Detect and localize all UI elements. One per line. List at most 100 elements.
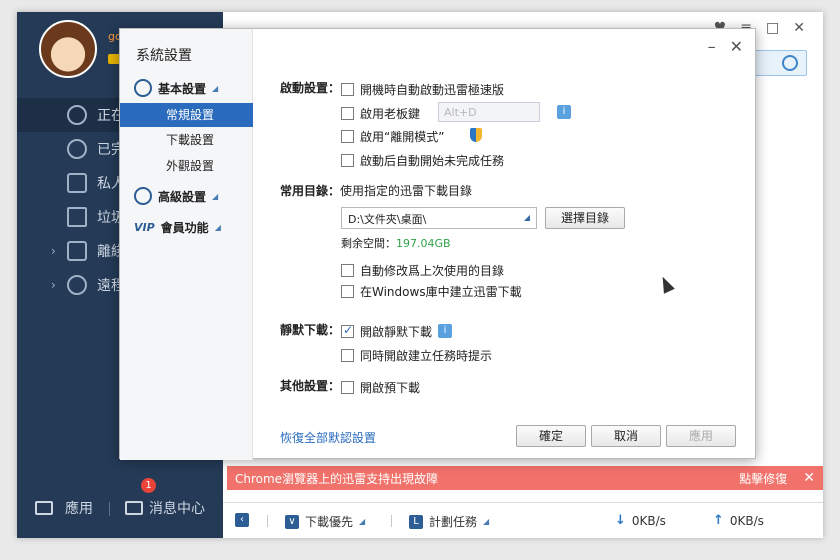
prompt-on-create-checkbox[interactable] <box>341 349 354 362</box>
dialog-title: 系統設置 <box>136 48 192 64</box>
reset-defaults-link[interactable]: 恢復全部默認設置 <box>280 429 376 446</box>
divider <box>109 502 110 516</box>
schedule-label: 計劃任務 <box>429 515 478 529</box>
dialog-controls: – ✕ <box>708 37 743 56</box>
option-label: 自動修改爲上次使用的目錄 <box>360 264 505 278</box>
error-notice-bar: Chrome瀏覽器上的迅雷支持出現故障 點擊修復 ✕ <box>227 466 823 490</box>
dropdown-arrow-icon: ◢ <box>523 213 530 222</box>
vip-icon: VIP <box>134 221 155 234</box>
cancel-button[interactable]: 取消 <box>591 425 661 447</box>
priority-label: 下載優先 <box>305 515 354 529</box>
download-speed: ↓ 0KB/s <box>615 513 666 528</box>
search-icon[interactable] <box>782 55 798 71</box>
resume-tasks-option[interactable]: 啟動后自動開始未完成任務 <box>341 152 504 169</box>
chevron-right-icon: › <box>51 244 56 258</box>
predownload-checkbox[interactable] <box>341 381 354 394</box>
nav-group-member[interactable]: VIP 會員功能 ◢ <box>134 219 221 236</box>
remember-dir-checkbox[interactable] <box>341 264 354 277</box>
priority-icon: ∨ <box>285 514 299 529</box>
boss-key-hotkey-field[interactable]: Alt+D <box>438 102 540 122</box>
download-path-select[interactable]: D:\文件夾\桌面\ ◢ <box>341 207 537 229</box>
globe-icon <box>67 275 87 295</box>
close-icon[interactable]: ✕ <box>793 20 805 36</box>
schedule-icon: L <box>409 514 423 529</box>
option-label: 開機時自動啟動迅雷極速版 <box>360 83 505 97</box>
expand-arrow-icon: ◢ <box>212 191 219 201</box>
close-icon[interactable]: ✕ <box>730 37 743 56</box>
apps-icon <box>35 501 53 515</box>
option-label: 啟用“離開模式” <box>360 130 445 144</box>
nav-group-basic[interactable]: 基本設置 ◢ <box>134 79 218 97</box>
windows-library-option[interactable]: 在Windows庫中建立迅雷下載 <box>341 283 522 300</box>
silent-download-checkbox[interactable] <box>341 323 354 338</box>
boss-key-checkbox[interactable] <box>341 107 354 120</box>
notice-text: Chrome瀏覽器上的迅雷支持出現故障 <box>235 471 439 486</box>
nav-item-appearance[interactable]: 外觀設置 <box>120 154 253 178</box>
info-icon[interactable]: i <box>557 105 571 119</box>
away-mode-checkbox[interactable] <box>341 130 354 143</box>
gear-icon <box>134 79 152 97</box>
message-center-label: 消息中心 <box>149 501 205 517</box>
shield-icon <box>470 128 482 142</box>
autostart-checkbox[interactable] <box>341 83 354 96</box>
directory-label: 常用目錄： <box>280 184 341 198</box>
remember-dir-option[interactable]: 自動修改爲上次使用的目錄 <box>341 262 504 279</box>
message-count-badge: 1 <box>141 478 156 493</box>
nav-item-download[interactable]: 下載設置 <box>120 128 253 152</box>
nav-item-general[interactable]: 常規設置 <box>120 103 253 127</box>
prompt-on-create-option[interactable]: 同時開啟建立任務時提示 <box>341 347 492 364</box>
boss-key-option[interactable]: 啟用老板鍵 <box>341 105 420 122</box>
info-circle-icon <box>134 187 152 205</box>
chevron-right-icon: › <box>51 278 56 292</box>
choose-directory-button[interactable]: 選擇目錄 <box>545 207 625 229</box>
option-label: 同時開啟建立任務時提示 <box>360 349 493 363</box>
apply-button[interactable]: 應用 <box>666 425 736 447</box>
trash-icon <box>67 207 87 227</box>
option-label: 在Windows庫中建立迅雷下載 <box>360 285 522 299</box>
free-space-label: 剩余空間： <box>341 237 396 250</box>
lock-icon <box>67 173 87 193</box>
apps-button[interactable]: 應用 <box>35 498 93 518</box>
directory-description: 使用指定的迅雷下載目錄 <box>340 184 473 198</box>
arrow-up-icon: ↑ <box>713 513 724 528</box>
upload-speed-value: 0KB/s <box>729 513 764 528</box>
info-icon[interactable]: i <box>438 324 452 338</box>
offline-download-icon <box>67 241 87 261</box>
free-space-value: 197.04GB <box>396 237 451 250</box>
download-speed-value: 0KB/s <box>631 513 666 528</box>
nav-group-advanced[interactable]: 高級設置 ◢ <box>134 187 218 205</box>
maximize-icon[interactable]: □ <box>766 20 779 36</box>
option-label: 開啟靜默下載 <box>360 325 433 339</box>
resume-tasks-checkbox[interactable] <box>341 154 354 167</box>
arrow-down-icon: ↓ <box>615 513 626 528</box>
message-center-button[interactable]: 消息中心 <box>125 498 205 518</box>
windows-library-checkbox[interactable] <box>341 285 354 298</box>
away-mode-option[interactable]: 啟用“離開模式” <box>341 128 444 145</box>
dropdown-arrow-icon: ◢ <box>359 517 366 526</box>
expand-arrow-icon: ◢ <box>212 83 219 93</box>
fix-link[interactable]: 點擊修復 <box>739 470 787 487</box>
collapse-button[interactable]: ‹ <box>235 513 249 527</box>
startup-settings-label: 啟動設置： <box>280 81 341 95</box>
nav-group-label: 高級設置 <box>158 189 207 204</box>
download-priority-button[interactable]: ∨ 下載優先 ◢ <box>285 513 365 530</box>
ok-button[interactable]: 確定 <box>516 425 586 447</box>
divider <box>391 515 392 527</box>
settings-dialog: 系統設置 基本設置 ◢ 常規設置 下載設置 外觀設置 高級設置 ◢ VIP 會員… <box>119 28 756 460</box>
download-path-value: D:\文件夾\桌面\ <box>348 213 427 226</box>
scheduled-tasks-button[interactable]: L 計劃任務 ◢ <box>409 513 489 530</box>
nav-group-label: 基本設置 <box>158 81 207 96</box>
avatar[interactable] <box>39 20 97 78</box>
expand-arrow-icon: ◢ <box>214 223 221 232</box>
option-label: 開啟預下載 <box>360 381 421 395</box>
close-icon[interactable]: ✕ <box>803 470 815 486</box>
minimize-icon[interactable]: – <box>708 37 716 56</box>
predownload-option[interactable]: 開啟預下載 <box>341 379 420 396</box>
option-label: 啟用老板鍵 <box>360 107 421 121</box>
silent-download-option[interactable]: 開啟靜默下載 <box>341 323 432 340</box>
divider <box>267 515 268 527</box>
chevron-left-icon: ‹ <box>235 513 249 527</box>
free-space: 剩余空間：197.04GB <box>341 235 451 251</box>
other-settings-label: 其他設置： <box>280 379 341 393</box>
autostart-option[interactable]: 開機時自動啟動迅雷極速版 <box>341 81 504 98</box>
